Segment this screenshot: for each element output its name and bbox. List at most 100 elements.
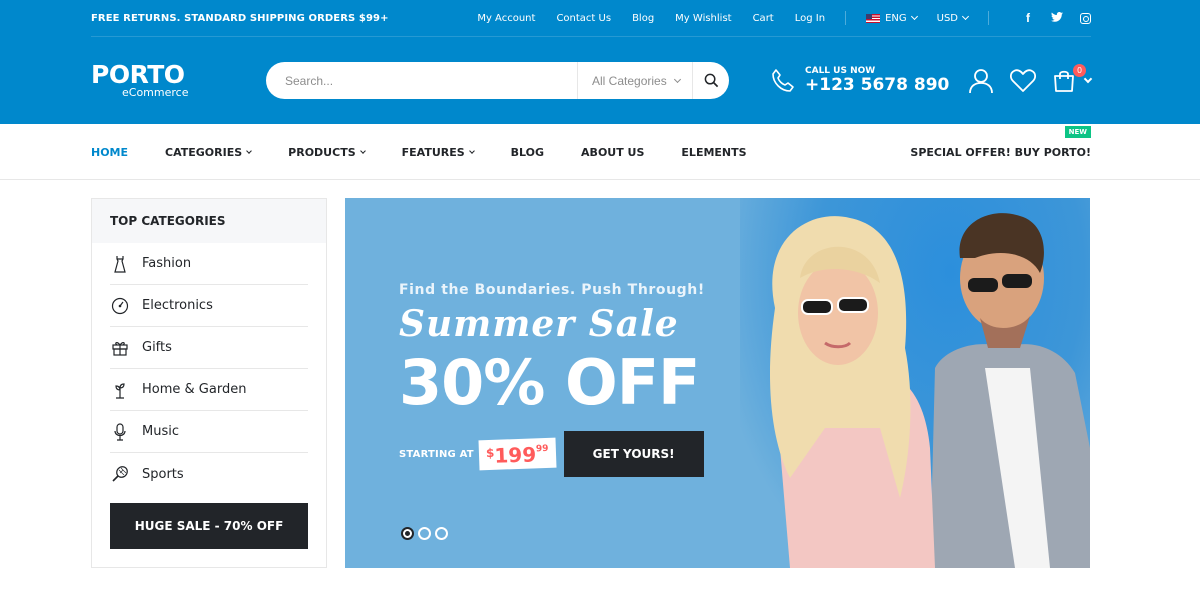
new-badge: NEW [1064,125,1091,138]
microphone-icon [110,422,130,441]
huge-sale-button[interactable]: HUGE SALE - 70% OFF [110,503,308,549]
main-nav: HOME CATEGORIES PRODUCTS FEATURES BLOG A… [0,124,1200,180]
price-tag: $ 199 99 [478,437,557,471]
nav-special-offer[interactable]: SPECIAL OFFER! BUY PORTO! NEW [910,125,1091,159]
gift-icon [110,339,130,357]
instagram-icon[interactable] [1080,12,1091,24]
category-label: Home & Garden [142,382,247,397]
chevron-down-icon [673,75,681,83]
slider-dot-1[interactable] [401,527,414,540]
nav-label: ELEMENTS [681,145,747,159]
top-links: My Account Contact Us Blog My Wishlist C… [456,11,1091,25]
hero-slider: Find the Boundaries. Push Through! Summe… [345,198,1090,568]
porto-logo[interactable]: PORTO eCommerce [91,62,266,99]
nav-categories[interactable]: CATEGORIES [165,145,253,159]
nav-about-us[interactable]: ABOUT US [581,146,644,159]
header-actions: 0 [952,63,1093,94]
main-content: TOP CATEGORIES Fashion Electronics Gifts… [0,198,1200,568]
price-cents: 99 [535,443,549,455]
category-select-label: All Categories [592,73,667,88]
category-list: Fashion Electronics Gifts Home & Garden … [92,243,326,495]
category-item-sports[interactable]: Sports [110,453,308,495]
plant-icon [110,381,130,399]
nav-blog[interactable]: BLOG [511,146,544,159]
top-bar: FREE RETURNS. STANDARD SHIPPING ORDERS $… [0,0,1200,37]
us-flag-icon [866,13,881,23]
price-row: STARTING AT $ 199 99 GET YOURS! [399,431,705,477]
chevron-down-icon [961,12,970,21]
slide-title: Summer Sale [399,303,679,345]
category-label: Sports [142,466,184,482]
category-label: Music [142,424,179,439]
search-bar: All Categories [266,62,729,99]
main-header: PORTO eCommerce All Categories CALL US N… [0,37,1200,124]
gauge-icon [110,297,130,315]
search-input[interactable] [266,73,577,88]
my-account-link[interactable]: My Account [477,13,535,24]
chevron-down-icon [910,12,918,21]
chevron-down-icon [1083,74,1093,84]
category-label: Fashion [142,256,192,271]
social-links: f [1005,11,1091,25]
user-icon[interactable] [968,68,994,94]
twitter-icon[interactable] [1051,11,1063,25]
phone-number[interactable]: +123 5678 890 [805,76,949,95]
category-item-gifts[interactable]: Gifts [110,327,308,369]
cart-link[interactable]: Cart [753,13,774,24]
nav-label: FEATURES [401,145,465,159]
search-button[interactable] [692,62,729,99]
nav-features[interactable]: FEATURES [401,145,475,159]
cart-count-badge: 0 [1073,63,1086,77]
starting-at-label: STARTING AT [399,448,474,460]
currency-label: USD [936,12,958,24]
chevron-down-icon [468,147,475,154]
cart-button[interactable]: 0 [1052,63,1093,93]
log-in-link[interactable]: Log In [795,13,825,24]
shipping-promo: FREE RETURNS. STANDARD SHIPPING ORDERS $… [91,12,389,24]
chevron-down-icon [246,147,253,154]
category-item-music[interactable]: Music [110,411,308,453]
get-yours-button[interactable]: GET YOURS! [563,431,704,477]
top-categories-sidebar: TOP CATEGORIES Fashion Electronics Gifts… [91,198,327,568]
slide-tagline: Find the Boundaries. Push Through! [399,282,705,298]
tennis-racket-icon [110,465,130,483]
wishlist-heart-icon[interactable] [1010,68,1036,93]
chevron-down-icon [359,147,366,154]
nav-label: PRODUCTS [288,145,356,159]
contact-us-link[interactable]: Contact Us [556,13,611,24]
slide-discount: 30% OFF [399,346,700,419]
category-select[interactable]: All Categories [577,62,692,99]
category-label: Gifts [142,340,172,355]
language-label: ENG [885,12,907,24]
language-switcher[interactable]: ENG [866,12,918,24]
divider [988,11,989,25]
my-wishlist-link[interactable]: My Wishlist [675,13,731,24]
nav-elements[interactable]: ELEMENTS [681,146,746,159]
special-offer-label: SPECIAL OFFER! BUY PORTO! [910,145,1091,159]
blog-link[interactable]: Blog [632,13,654,24]
logo-subtitle: eCommerce [122,86,189,99]
price-main: 199 [493,442,537,468]
nav-label: ABOUT US [581,145,645,159]
slider-dot-2[interactable] [418,527,431,540]
sidebar-title: TOP CATEGORIES [92,199,326,243]
category-item-electronics[interactable]: Electronics [110,285,308,327]
category-label: Electronics [142,298,213,313]
nav-home[interactable]: HOME [91,146,128,159]
nav-label: CATEGORIES [165,145,243,159]
contact-block: CALL US NOW +123 5678 890 [770,66,949,95]
facebook-icon[interactable]: f [1022,11,1034,25]
divider [845,11,847,25]
dress-icon [110,255,130,273]
hero-couple-image [770,213,1090,568]
nav-products[interactable]: PRODUCTS [288,145,366,159]
currency-switcher[interactable]: USD [936,12,970,24]
slide-content: Find the Boundaries. Push Through! Summe… [399,282,705,477]
search-icon [704,73,718,88]
nav-label: HOME [91,145,129,159]
category-item-fashion[interactable]: Fashion [110,243,308,285]
slider-dots [401,527,452,540]
nav-label: BLOG [510,145,545,159]
slider-dot-3[interactable] [435,527,448,540]
category-item-home-garden[interactable]: Home & Garden [110,369,308,411]
